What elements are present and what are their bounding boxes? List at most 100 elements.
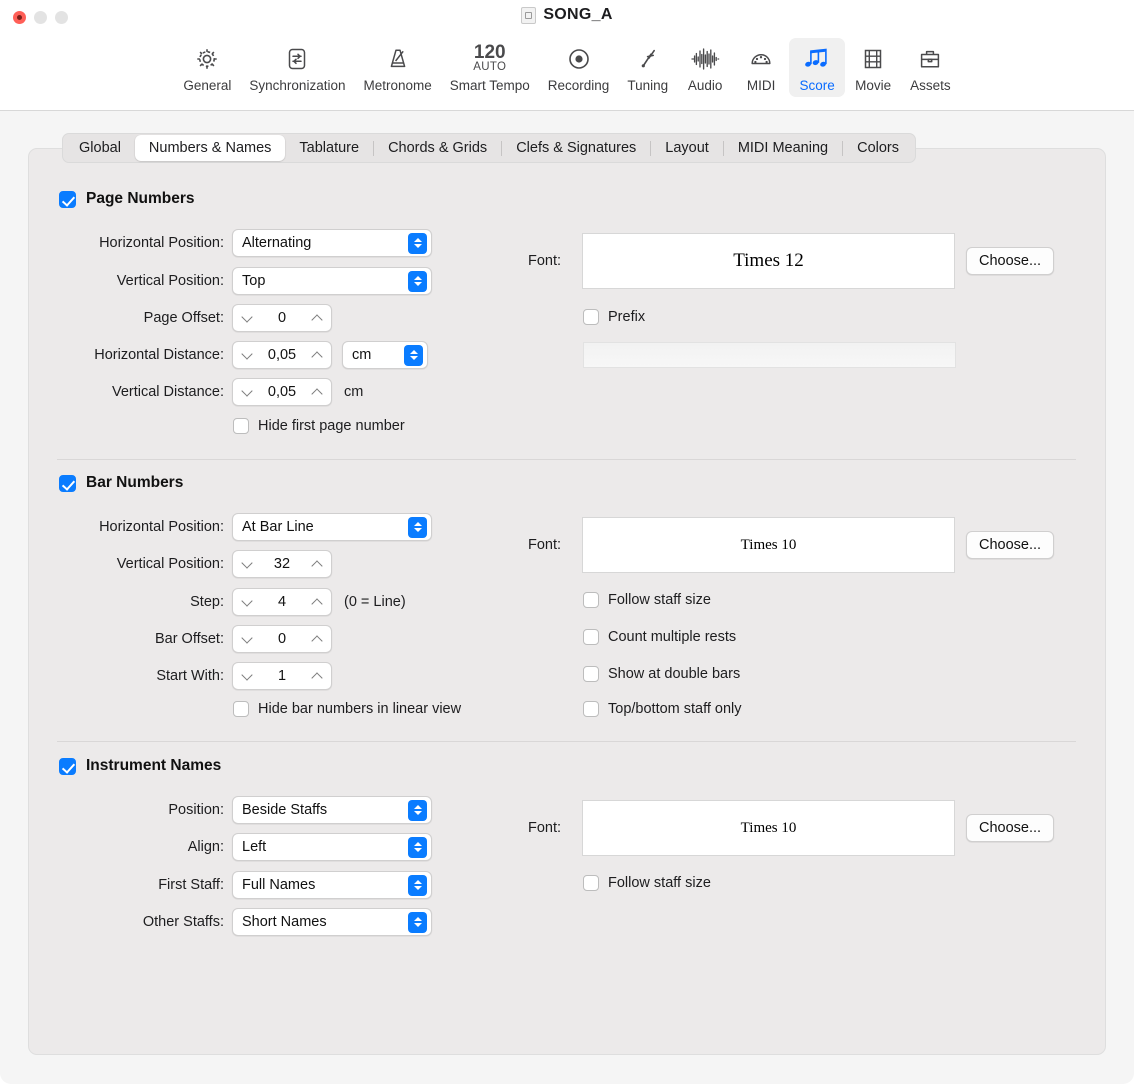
toolbar-item-audio[interactable]: Audio [677, 38, 733, 97]
toolbar-item-midi[interactable]: MIDI [733, 38, 789, 97]
horizontal-distance-stepper[interactable]: 0,05 [232, 341, 332, 369]
tab-colors[interactable]: Colors [843, 135, 913, 161]
instrument-position-select[interactable]: Beside Staffs [232, 796, 432, 824]
bar-numbers-font-row: Font: Times 10 Choose... [528, 517, 1055, 573]
vertical-position-select[interactable]: Top [232, 267, 432, 295]
count-multiple-rests-row[interactable]: Count multiple rests [583, 629, 736, 645]
bar-numbers-font-preview[interactable]: Times 10 [582, 517, 955, 573]
top-bottom-staff-only-label: Top/bottom staff only [608, 701, 742, 717]
bar-horizontal-position-label: Horizontal Position: [99, 519, 224, 535]
chevron-down-icon[interactable] [242, 671, 252, 681]
toolbar-item-general[interactable]: General [174, 38, 240, 97]
horizontal-distance-unit-select[interactable]: cm [342, 341, 428, 369]
chevron-up-icon[interactable] [312, 671, 322, 681]
tab-numbers-and-names[interactable]: Numbers & Names [134, 135, 286, 161]
tab-clefs-and-signatures[interactable]: Clefs & Signatures [502, 135, 650, 161]
bar-horizontal-position-select[interactable]: At Bar Line [232, 513, 432, 541]
bar-numbers-checkbox[interactable] [59, 474, 76, 492]
page-numbers-section-header[interactable]: Page Numbers [59, 190, 195, 208]
chevron-updown-icon [408, 270, 427, 292]
tab-midi-meaning[interactable]: MIDI Meaning [724, 135, 842, 161]
instrument-names-section-header[interactable]: Instrument Names [59, 757, 221, 775]
chevron-up-icon[interactable] [312, 597, 322, 607]
chevron-down-icon[interactable] [242, 350, 252, 360]
bar-step-stepper[interactable]: 4 [232, 588, 332, 616]
tab-layout[interactable]: Layout [651, 135, 723, 161]
toolbar-item-tuning[interactable]: Tuning [618, 38, 677, 97]
hide-first-page-number-row[interactable]: Hide first page number [233, 418, 405, 434]
bar-offset-stepper[interactable]: 0 [232, 625, 332, 653]
chevron-updown-icon [408, 799, 427, 821]
toolbar-item-recording[interactable]: Recording [539, 38, 619, 97]
follow-staff-size-checkbox[interactable] [583, 592, 599, 608]
toolbar-item-movie[interactable]: Movie [845, 38, 901, 97]
instrument-names-font-preview[interactable]: Times 10 [582, 800, 955, 856]
instrument-first-staff-select[interactable]: Full Names [232, 871, 432, 899]
instrument-follow-staff-size-checkbox[interactable] [583, 875, 599, 891]
tab-chords-and-grids[interactable]: Chords & Grids [374, 135, 501, 161]
chevron-down-icon[interactable] [242, 313, 252, 323]
prefix-row[interactable]: Prefix [583, 309, 645, 325]
horizontal-position-value: Alternating [242, 235, 312, 251]
chevron-up-icon[interactable] [312, 387, 322, 397]
page-numbers-checkbox[interactable] [59, 190, 76, 208]
bar-numbers-section-header[interactable]: Bar Numbers [59, 474, 183, 492]
top-bottom-staff-only-checkbox[interactable] [583, 701, 599, 717]
gear-icon [194, 44, 220, 74]
chevron-up-icon[interactable] [312, 634, 322, 644]
horizontal-position-select[interactable]: Alternating [232, 229, 432, 257]
document-icon [521, 6, 537, 24]
follow-staff-size-row[interactable]: Follow staff size [583, 592, 711, 608]
prefix-input[interactable] [583, 342, 956, 368]
bar-start-with-value: 1 [277, 668, 287, 684]
toolbar-item-score[interactable]: Score [789, 38, 846, 97]
show-at-double-bars-label: Show at double bars [608, 666, 741, 682]
bar-numbers-choose-font-button[interactable]: Choose... [966, 531, 1055, 559]
hide-bar-numbers-linear-checkbox[interactable] [233, 701, 249, 717]
tempo-value: 120 [473, 42, 506, 63]
top-bottom-staff-only-row[interactable]: Top/bottom staff only [583, 701, 742, 717]
vertical-distance-stepper[interactable]: 0,05 [232, 378, 332, 406]
instrument-other-staffs-select[interactable]: Short Names [232, 908, 432, 936]
bar-start-with-stepper[interactable]: 1 [232, 662, 332, 690]
page-offset-stepper[interactable]: 0 [232, 304, 332, 332]
toolbar-label: Smart Tempo [449, 78, 530, 93]
instrument-align-select[interactable]: Left [232, 833, 432, 861]
chevron-up-icon[interactable] [312, 559, 322, 569]
prefix-checkbox[interactable] [583, 309, 599, 325]
instrument-follow-staff-size-row[interactable]: Follow staff size [583, 875, 711, 891]
tab-global[interactable]: Global [65, 135, 135, 161]
toolbar-item-synchronization[interactable]: Synchronization [240, 38, 354, 97]
chevron-down-icon[interactable] [242, 597, 252, 607]
instrument-position-row: Position: Beside Staffs [59, 796, 432, 824]
show-at-double-bars-row[interactable]: Show at double bars [583, 666, 740, 682]
instrument-names-checkbox[interactable] [59, 757, 76, 775]
hide-first-page-number-checkbox[interactable] [233, 418, 249, 434]
sync-arrows-icon [284, 44, 310, 74]
toolbar-item-assets[interactable]: Assets [901, 38, 960, 97]
page-numbers-choose-font-button[interactable]: Choose... [966, 247, 1055, 275]
prefix-label: Prefix [608, 309, 646, 325]
bar-vertical-position-stepper[interactable]: 32 [232, 550, 332, 578]
chevron-up-icon[interactable] [312, 313, 322, 323]
hide-first-page-number-label: Hide first page number [258, 418, 405, 434]
hide-bar-numbers-linear-row[interactable]: Hide bar numbers in linear view [233, 701, 461, 717]
page-title: SONG_A [543, 6, 613, 23]
toolbar-item-metronome[interactable]: Metronome [354, 38, 440, 97]
instrument-first-staff-label: First Staff: [158, 877, 224, 893]
horizontal-position-label: Horizontal Position: [99, 235, 224, 251]
tab-tablature[interactable]: Tablature [285, 135, 373, 161]
instrument-names-choose-font-button[interactable]: Choose... [966, 814, 1055, 842]
count-multiple-rests-checkbox[interactable] [583, 629, 599, 645]
show-at-double-bars-checkbox[interactable] [583, 666, 599, 682]
page-numbers-font-preview[interactable]: Times 12 [582, 233, 955, 289]
toolbar-item-smart-tempo[interactable]: 120 AUTO Smart Tempo [441, 38, 539, 97]
bar-offset-row: Bar Offset: 0 [59, 625, 332, 653]
chevron-up-icon[interactable] [312, 350, 322, 360]
toolbar-label: Movie [855, 78, 892, 93]
chevron-down-icon[interactable] [242, 387, 252, 397]
vertical-distance-label: Vertical Distance: [111, 384, 224, 400]
chevron-down-icon[interactable] [242, 559, 252, 569]
chevron-down-icon[interactable] [242, 634, 252, 644]
chevron-updown-icon [408, 516, 427, 538]
